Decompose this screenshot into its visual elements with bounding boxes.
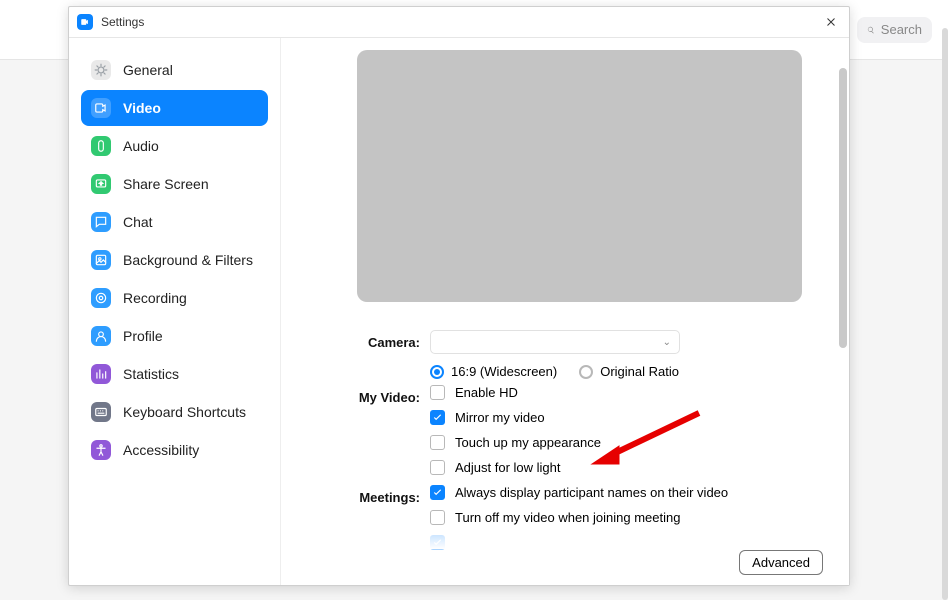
- touch-up-label: Touch up my appearance: [455, 435, 601, 450]
- sidebar-item-general[interactable]: General: [81, 52, 268, 88]
- ratio-original-label: Original Ratio: [600, 364, 679, 379]
- settings-dialog: Settings General Video Audio Share Screen Ch…: [68, 6, 850, 586]
- sidebar-item-recording[interactable]: Recording: [81, 280, 268, 316]
- checkbox-icon: [430, 410, 445, 425]
- enable-hd-checkbox[interactable]: Enable HD: [430, 385, 813, 400]
- turnoff-join-label: Turn off my video when joining meeting: [455, 510, 680, 525]
- ratio-original[interactable]: Original Ratio: [579, 364, 679, 379]
- video-settings-panel: Camera: ⌄ 16:9 (Widescreen): [281, 38, 849, 585]
- sidebar-item-share-screen[interactable]: Share Screen: [81, 166, 268, 202]
- settings-title: Settings: [101, 15, 144, 29]
- search-placeholder: Search: [881, 22, 922, 37]
- video-preview: [357, 50, 802, 302]
- statistics-icon: [91, 364, 111, 384]
- sidebar-item-label: Background & Filters: [123, 252, 253, 268]
- sidebar-item-statistics[interactable]: Statistics: [81, 356, 268, 392]
- checkbox-icon: [430, 460, 445, 475]
- checkbox-icon: [430, 535, 445, 550]
- global-search[interactable]: Search: [857, 17, 932, 43]
- sidebar-item-accessibility[interactable]: Accessibility: [81, 432, 268, 468]
- settings-content: Camera: ⌄ 16:9 (Widescreen): [281, 38, 849, 585]
- enable-hd-label: Enable HD: [455, 385, 518, 400]
- content-scrollbar[interactable]: [839, 68, 847, 348]
- sidebar-item-keyboard-shortcuts[interactable]: Keyboard Shortcuts: [81, 394, 268, 430]
- meetings-label: Meetings:: [345, 485, 430, 505]
- ratio-169[interactable]: 16:9 (Widescreen): [430, 364, 557, 379]
- general-icon: [91, 60, 111, 80]
- advanced-bar: Advanced: [713, 542, 849, 585]
- touch-up-my-appearance-checkbox[interactable]: Touch up my appearance: [430, 435, 813, 450]
- sidebar-item-label: Statistics: [123, 366, 179, 382]
- chat-icon: [91, 212, 111, 232]
- radio-icon: [430, 365, 444, 379]
- display-names-label: Always display participant names on thei…: [455, 485, 728, 500]
- camera-label: Camera:: [345, 330, 430, 350]
- audio-icon: [91, 136, 111, 156]
- my-video-label: My Video:: [345, 385, 430, 405]
- checkbox-icon: [430, 510, 445, 525]
- sidebar-item-label: Accessibility: [123, 442, 199, 458]
- sidebar-item-profile[interactable]: Profile: [81, 318, 268, 354]
- radio-icon: [579, 365, 593, 379]
- ratio-169-label: 16:9 (Widescreen): [451, 364, 557, 379]
- sidebar-item-label: General: [123, 62, 173, 78]
- low-light-label: Adjust for low light: [455, 460, 561, 475]
- turnoff-video-join-checkbox[interactable]: Turn off my video when joining meeting: [430, 510, 813, 525]
- sidebar-item-label: Profile: [123, 328, 163, 344]
- sidebar-item-label: Video: [123, 100, 161, 116]
- accessibility-icon: [91, 440, 111, 460]
- settings-sidebar: General Video Audio Share Screen Chat Backgro…: [69, 38, 281, 585]
- checkbox-icon: [430, 385, 445, 400]
- checkbox-icon: [430, 485, 445, 500]
- sidebar-item-label: Chat: [123, 214, 153, 230]
- sidebar-item-chat[interactable]: Chat: [81, 204, 268, 240]
- background-filters-icon: [91, 250, 111, 270]
- close-icon: [825, 16, 837, 28]
- sidebar-item-label: Audio: [123, 138, 159, 154]
- page-scrollbar[interactable]: [942, 28, 948, 600]
- chevron-down-icon: ⌄: [663, 337, 671, 348]
- advanced-button[interactable]: Advanced: [739, 550, 823, 575]
- mirror-video-checkbox[interactable]: Mirror my video: [430, 410, 813, 425]
- sidebar-item-video[interactable]: Video: [81, 90, 268, 126]
- checkbox-icon: [430, 435, 445, 450]
- sidebar-item-label: Recording: [123, 290, 187, 306]
- sidebar-item-audio[interactable]: Audio: [81, 128, 268, 164]
- keyboard-shortcuts-icon: [91, 402, 111, 422]
- camera-select[interactable]: ⌄: [430, 330, 680, 354]
- zoom-logo-icon: [77, 14, 93, 30]
- display-participant-names-checkbox[interactable]: Always display participant names on thei…: [430, 485, 813, 500]
- mirror-video-label: Mirror my video: [455, 410, 545, 425]
- adjust-low-light-checkbox[interactable]: Adjust for low light: [430, 460, 813, 475]
- search-icon: [867, 24, 875, 36]
- sidebar-item-label: Share Screen: [123, 176, 209, 192]
- profile-icon: [91, 326, 111, 346]
- video-icon: [91, 98, 111, 118]
- sidebar-item-background-filters[interactable]: Background & Filters: [81, 242, 268, 278]
- settings-titlebar: Settings: [69, 7, 849, 38]
- sidebar-item-label: Keyboard Shortcuts: [123, 404, 246, 420]
- close-button[interactable]: [821, 12, 841, 32]
- recording-icon: [91, 288, 111, 308]
- share-screen-icon: [91, 174, 111, 194]
